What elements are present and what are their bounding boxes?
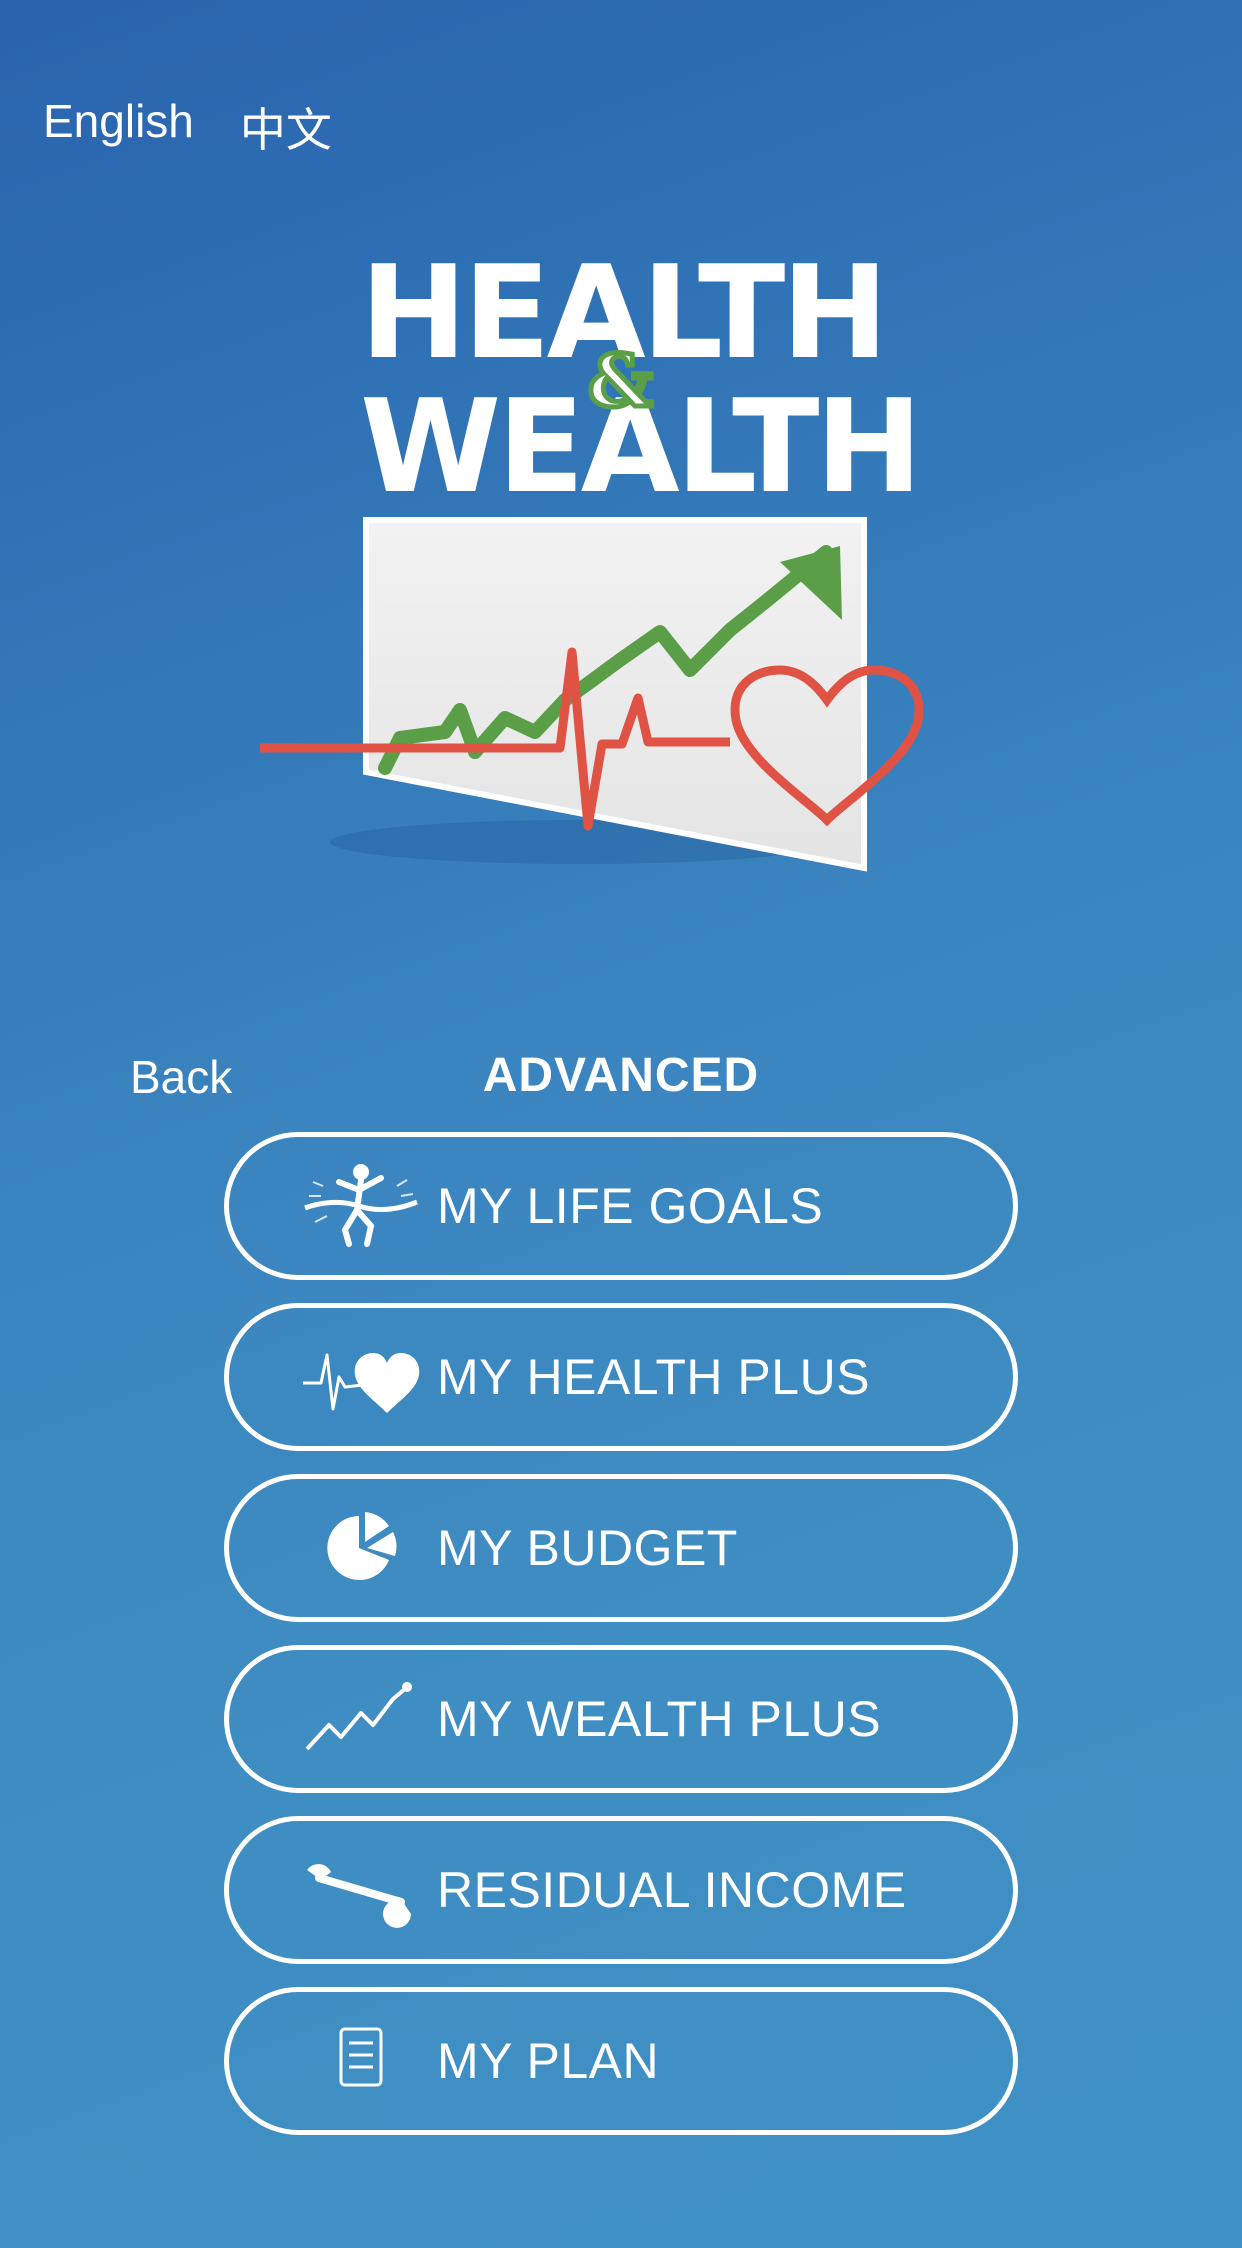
menu-label-budget: MY BUDGET (437, 1520, 738, 1576)
section-header: Back ADVANCED (0, 1049, 1242, 1110)
heartbeat-icon (301, 1327, 421, 1427)
menu-label-wealth-plus: MY WEALTH PLUS (437, 1691, 882, 1747)
health-wealth-logo: HEALTH WEALTH & (0, 0, 1242, 960)
section-title: ADVANCED (482, 1049, 760, 1102)
trend-line-icon (301, 1669, 421, 1769)
my-wealth-plus-button[interactable]: MY WEALTH PLUS (224, 1645, 1018, 1793)
menu-label-health-plus: MY HEALTH PLUS (437, 1349, 871, 1405)
residual-income-button[interactable]: RESIDUAL INCOME (224, 1816, 1018, 1964)
logo-ampersand: & (585, 336, 655, 426)
my-budget-button[interactable]: MY BUDGET (224, 1474, 1018, 1622)
menu-label-residual-income: RESIDUAL INCOME (437, 1862, 907, 1918)
my-plan-button[interactable]: MY PLAN (224, 1987, 1018, 2135)
menu-label-plan: MY PLAN (437, 2033, 660, 2089)
runner-finish-line-icon (301, 1156, 421, 1256)
document-icon (301, 2011, 421, 2111)
logo-chart-heartbeat-icon (260, 517, 924, 872)
my-health-plus-button[interactable]: MY HEALTH PLUS (224, 1303, 1018, 1451)
my-life-goals-button[interactable]: MY LIFE GOALS (224, 1132, 1018, 1280)
wrench-icon (301, 1840, 421, 1940)
pie-chart-icon (301, 1498, 421, 1598)
menu-list: MY LIFE GOALS MY HEALTH PLUS MY BUDGET M… (224, 1132, 1018, 2158)
menu-label-life-goals: MY LIFE GOALS (437, 1178, 824, 1234)
